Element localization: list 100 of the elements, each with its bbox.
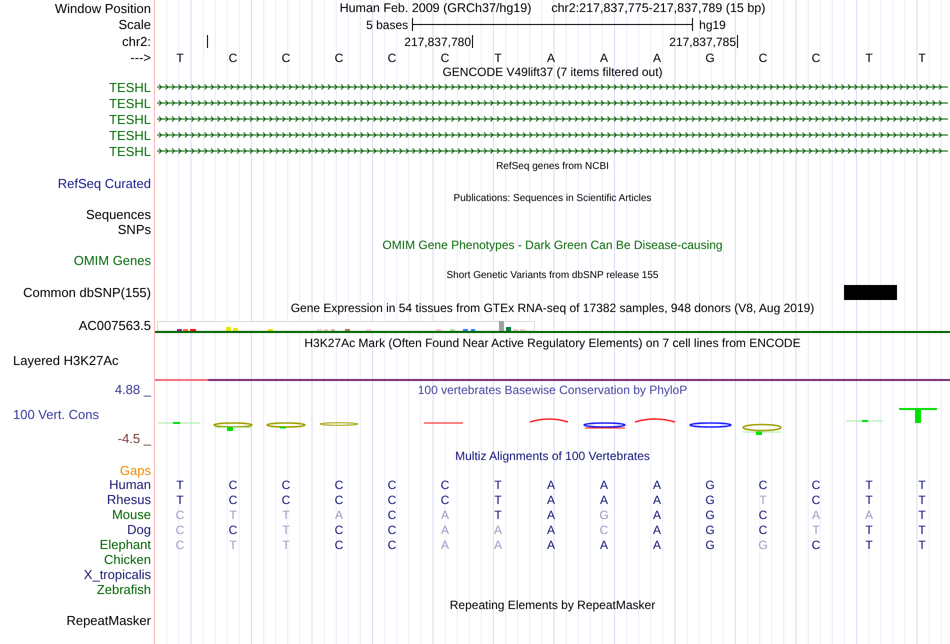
- aligned-base: T: [176, 478, 185, 490]
- species-label[interactable]: Dog: [127, 523, 151, 536]
- aligned-base: A: [600, 538, 609, 550]
- gene-label[interactable]: TESHL: [109, 112, 151, 126]
- species-label[interactable]: Elephant: [100, 538, 151, 551]
- conservation-glyph: [530, 418, 568, 423]
- aligned-base: C: [228, 494, 238, 506]
- track-label[interactable]: OMIM Genes: [74, 254, 151, 267]
- aligned-base: T: [494, 508, 503, 520]
- track-label[interactable]: RepeatMasker: [66, 614, 151, 627]
- track-title: GENCODE V49lift37 (7 items filtered out): [442, 66, 663, 78]
- base-letter: T: [494, 52, 503, 64]
- base-letter: C: [334, 52, 344, 64]
- conservation-glyph: [320, 422, 358, 426]
- aligned-base: T: [865, 538, 874, 550]
- gene-label[interactable]: TESHL: [109, 80, 151, 94]
- assembly-label: hg19: [699, 18, 726, 30]
- aligned-base: A: [334, 508, 344, 520]
- aligned-base: A: [652, 478, 662, 490]
- aligned-base: T: [865, 524, 874, 536]
- aligned-base: T: [229, 508, 238, 520]
- conservation-glyph: [213, 422, 253, 431]
- conservation-glyph: [634, 418, 676, 423]
- aligned-base: T: [865, 494, 874, 506]
- aligned-base: T: [759, 494, 768, 506]
- base-letter: A: [652, 52, 662, 64]
- aligned-base: T: [282, 508, 291, 520]
- base-letter: A: [546, 52, 556, 64]
- track-title: Repeating Elements by RepeatMasker: [450, 599, 656, 611]
- aligned-base: G: [705, 524, 716, 536]
- conservation-glyph: [742, 424, 782, 435]
- species-label[interactable]: Mouse: [112, 508, 151, 521]
- position-text: chr2:217,837,775-217,837,789 (15 bp): [551, 2, 766, 14]
- aligned-base: A: [652, 538, 662, 550]
- coordinate-label: 217,837,780: [404, 36, 471, 48]
- aligned-base: A: [546, 524, 556, 536]
- species-label[interactable]: Rhesus: [106, 493, 151, 506]
- aligned-base: C: [388, 494, 398, 506]
- base-letter: C: [812, 52, 822, 64]
- track-title: Publications: Sequences in Scientific Articles: [454, 194, 652, 204]
- base-letter: G: [705, 52, 716, 64]
- aligned-base: A: [652, 524, 662, 536]
- aligned-base: C: [176, 524, 186, 536]
- expression-bar: [233, 328, 238, 331]
- track-label[interactable]: Common dbSNP(155): [23, 286, 151, 298]
- species-label[interactable]: Human: [109, 478, 151, 491]
- aligned-base: C: [812, 478, 822, 490]
- scale-length-text: 5 bases: [366, 18, 408, 30]
- species-label[interactable]: Zebrafish: [96, 583, 151, 596]
- track-label[interactable]: Sequences: [86, 208, 151, 221]
- base-letter: C: [282, 52, 292, 64]
- aligned-base: A: [546, 478, 556, 490]
- aligned-base: T: [865, 478, 874, 490]
- aligned-base: T: [176, 494, 185, 506]
- aligned-base: C: [758, 524, 768, 536]
- aligned-base: C: [388, 478, 398, 490]
- strand-label: --->: [130, 51, 151, 64]
- aligned-base: A: [546, 494, 556, 506]
- aligned-base: C: [282, 478, 292, 490]
- aligned-base: C: [228, 478, 238, 490]
- track-title: H3K27Ac Mark (Often Found Near Active Regulatory Elements) on 7 cell lines from ENCODE: [304, 337, 801, 349]
- track-label[interactable]: 100 Vert. Cons: [13, 408, 99, 420]
- species-label[interactable]: Chicken: [104, 553, 151, 566]
- aligned-base: A: [546, 508, 556, 520]
- aligned-base: A: [812, 508, 821, 520]
- window-position-label: Window Position: [54, 2, 151, 14]
- aligned-base: G: [705, 494, 716, 506]
- conservation-glyph: [899, 408, 937, 423]
- aligned-base: C: [334, 524, 344, 536]
- base-letter: C: [228, 52, 238, 64]
- conservation-glyph: [266, 422, 306, 428]
- aligned-base: T: [918, 494, 927, 506]
- gene-label[interactable]: TESHL: [109, 144, 151, 158]
- aligned-base: A: [652, 508, 662, 520]
- conservation-glyph: [689, 422, 732, 428]
- axis-min-label: -4.5 _: [118, 432, 151, 445]
- aligned-base: T: [812, 524, 821, 536]
- gene-label[interactable]: TESHL: [109, 96, 151, 110]
- track-label[interactable]: SNPs: [118, 223, 151, 236]
- aligned-base: T: [918, 524, 927, 536]
- aligned-base: T: [494, 494, 503, 506]
- aligned-base: C: [228, 524, 238, 536]
- coordinate-label: 217,837,785: [669, 36, 736, 48]
- gene-label[interactable]: TESHL: [109, 128, 151, 142]
- aligned-base: A: [652, 494, 662, 506]
- track-label[interactable]: RefSeq Curated: [58, 176, 151, 190]
- aligned-base: C: [440, 494, 450, 506]
- scale-label: Scale: [118, 18, 151, 31]
- track-label[interactable]: Layered H3K27Ac: [13, 354, 119, 367]
- track-label[interactable]: AC007563.5: [78, 318, 151, 332]
- aligned-base: A: [440, 508, 450, 520]
- species-label[interactable]: X_tropicalis: [84, 568, 151, 581]
- aligned-base: T: [282, 524, 291, 536]
- base-letter: C: [440, 52, 450, 64]
- aligned-base: C: [812, 494, 822, 506]
- base-letter: C: [758, 52, 768, 64]
- ruler-tick: [472, 35, 473, 48]
- aligned-base: A: [600, 494, 609, 506]
- base-letter: T: [918, 52, 927, 64]
- variant-block[interactable]: [844, 284, 897, 300]
